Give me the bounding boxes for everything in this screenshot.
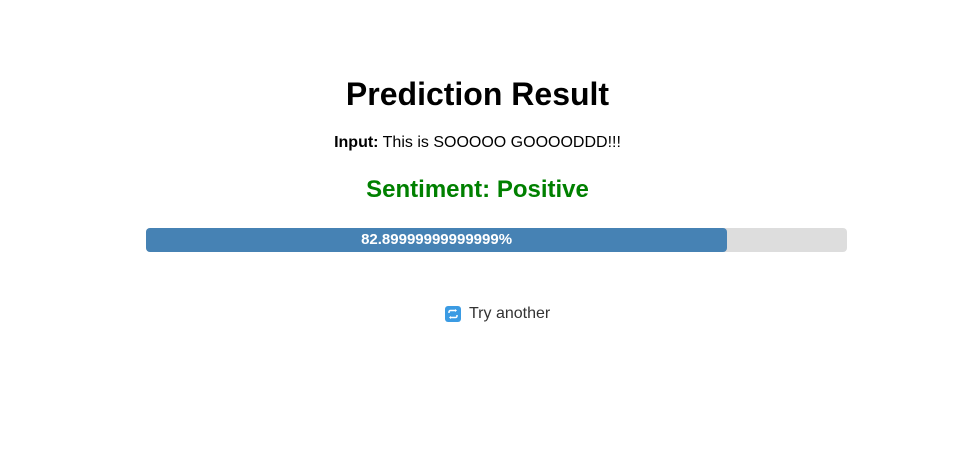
- confidence-bar: 82.89999999999999%: [146, 228, 847, 252]
- prediction-page: Prediction Result Input: This is SOOOOO …: [0, 0, 955, 473]
- input-line: Input: This is SOOOOO GOOOODDD!!!: [0, 133, 955, 153]
- input-label: Input:: [334, 134, 379, 151]
- confidence-label: 82.89999999999999%: [361, 231, 513, 248]
- try-another-label: Try another: [469, 305, 551, 322]
- page-title: Prediction Result: [345, 76, 610, 112]
- try-another-link[interactable]: Try another: [445, 303, 550, 325]
- confidence-bar-fill: 82.89999999999999%: [146, 228, 728, 252]
- sentiment-result: Sentiment: Positive: [366, 176, 589, 203]
- repeat-icon: [445, 306, 461, 322]
- input-text: This is SOOOOO GOOOODDD!!!: [382, 134, 621, 151]
